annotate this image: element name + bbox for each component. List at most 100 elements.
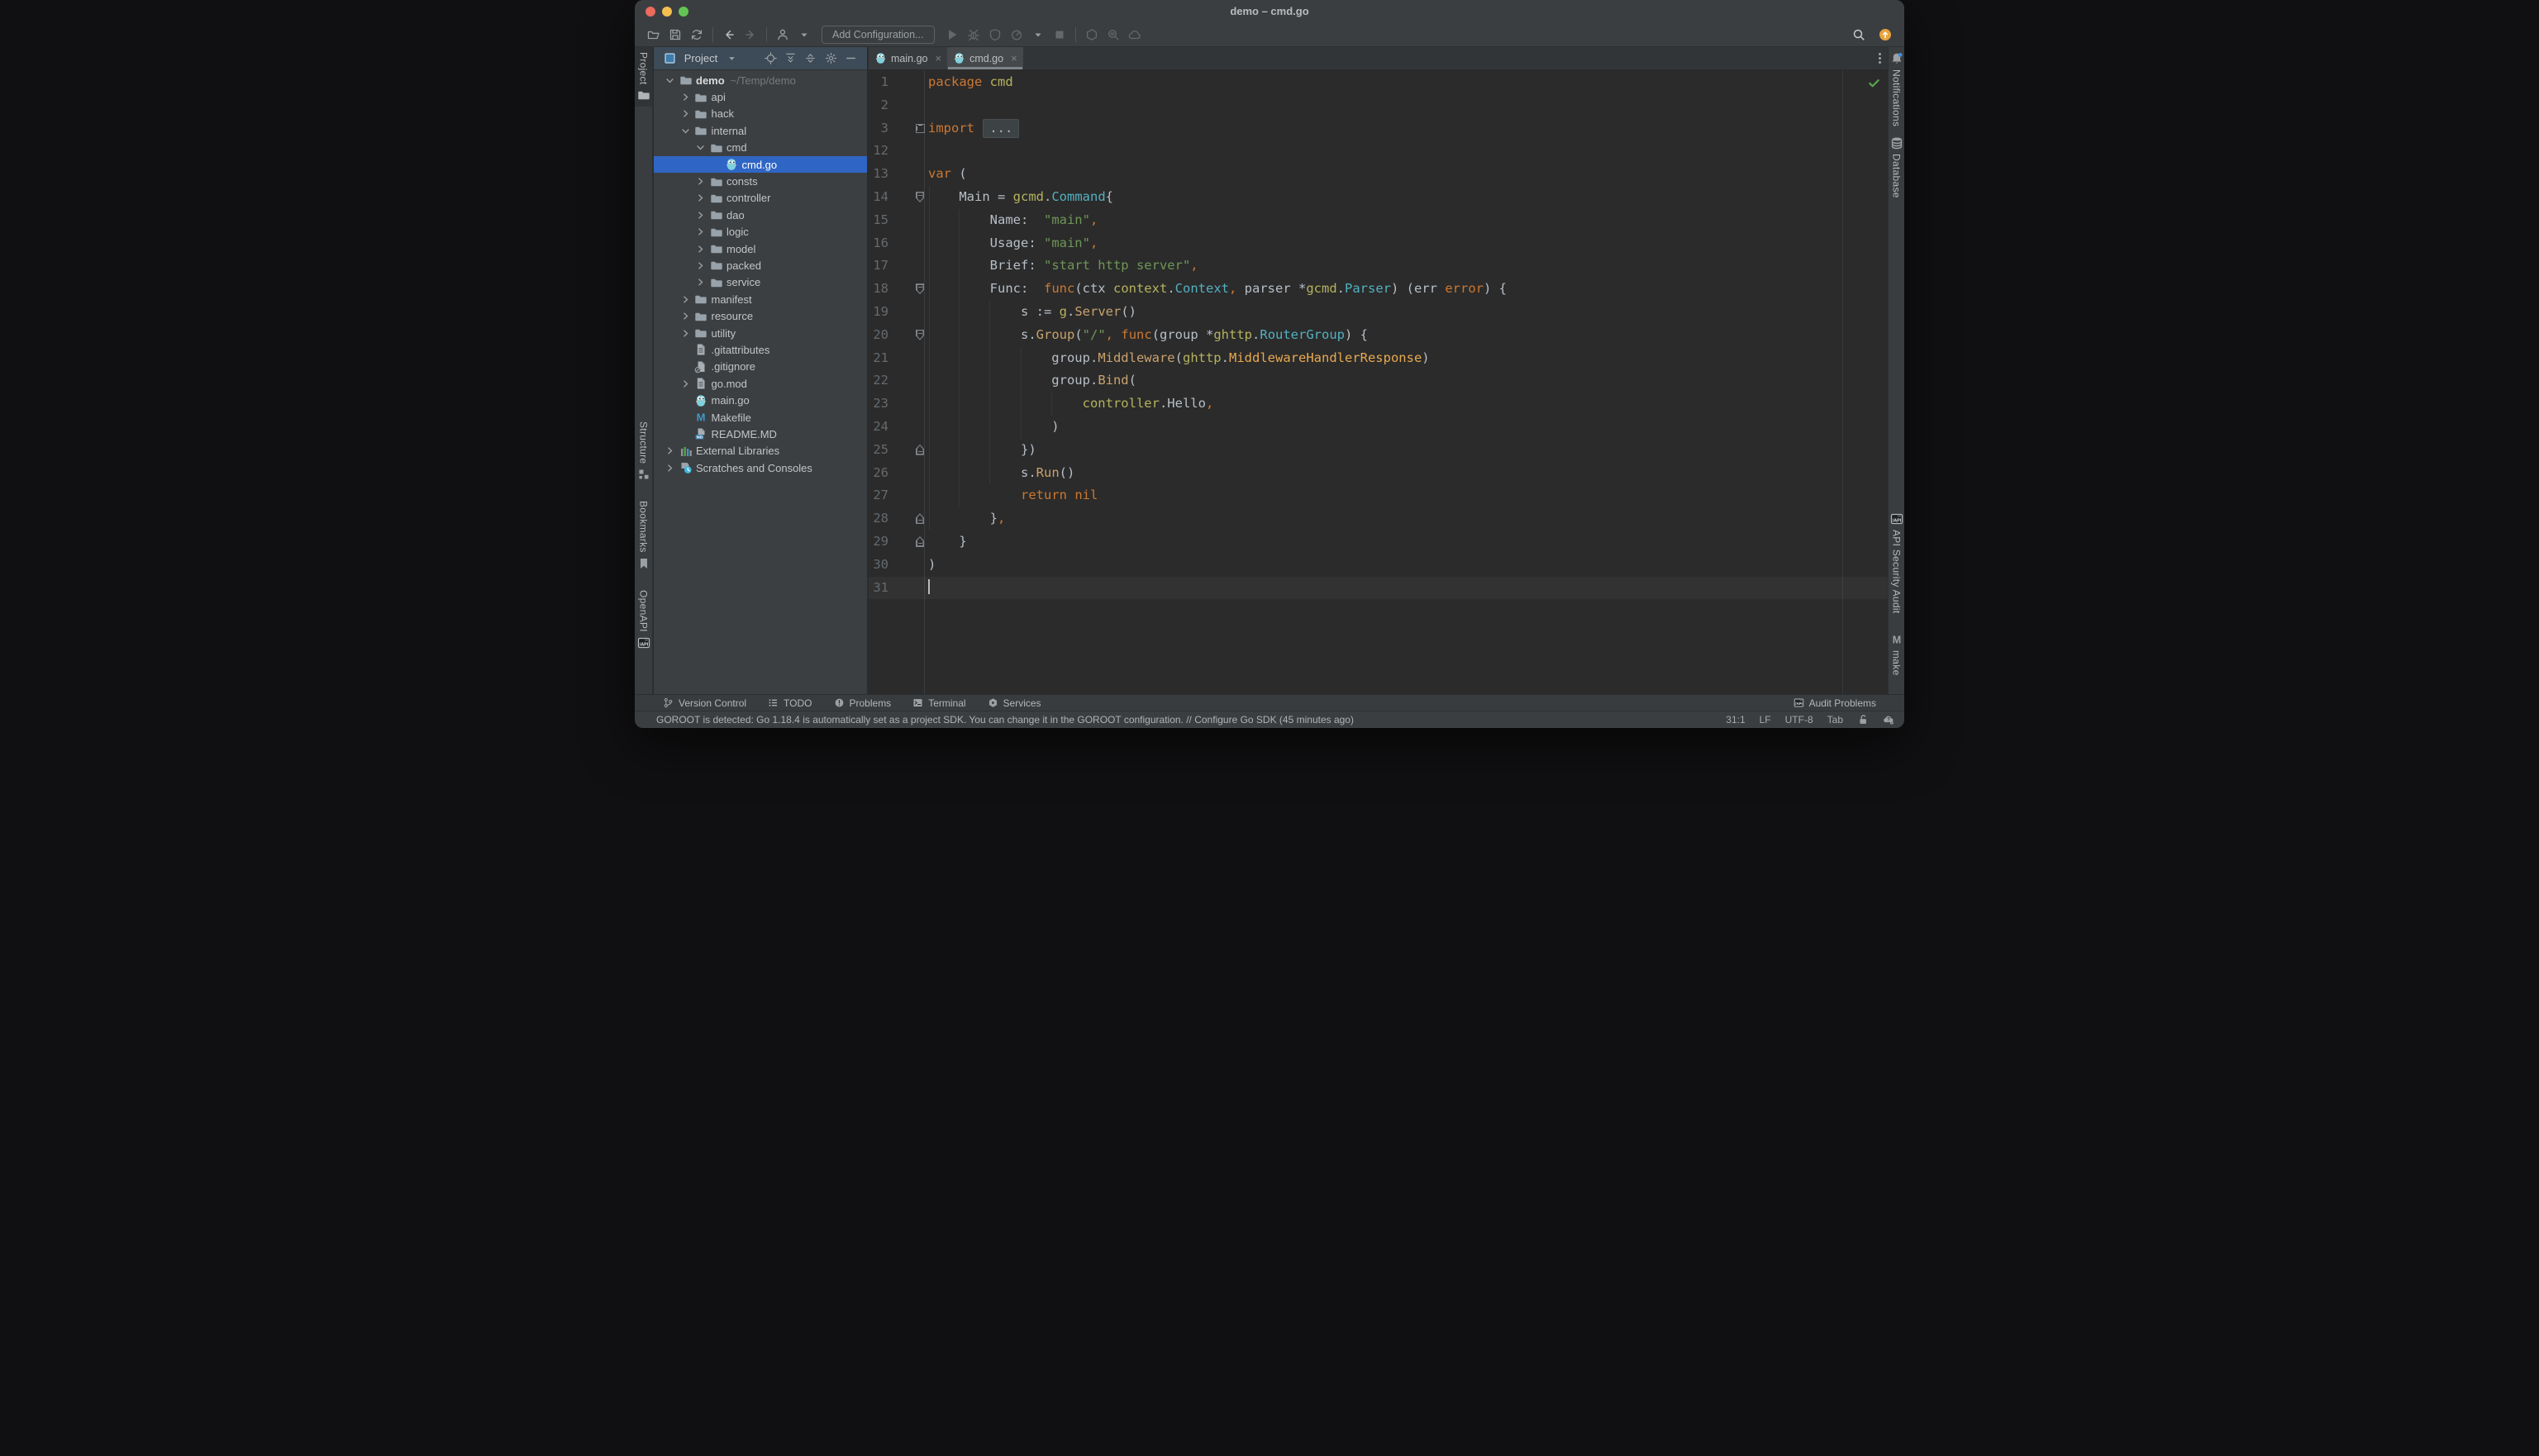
toolwindow-button-audit-problems[interactable]: /APIAudit Problems xyxy=(1793,697,1876,709)
status-widget-lf[interactable]: LF xyxy=(1760,714,1771,726)
toolwindow-button-structure[interactable]: Structure xyxy=(637,416,650,486)
tree-item-main.go[interactable]: main.go xyxy=(654,392,867,408)
code-line-14[interactable]: 14 Main = gcmd.Command{ xyxy=(869,186,1888,209)
code-line-15[interactable]: 15 Name: "main", xyxy=(869,209,1888,232)
code-line-3[interactable]: 3import ... xyxy=(869,117,1888,140)
chevron-right-icon[interactable] xyxy=(678,311,693,321)
expand-all-button[interactable] xyxy=(782,50,798,67)
user-button[interactable] xyxy=(772,26,793,44)
status-message[interactable]: GOROOT is detected: Go 1.18.4 is automat… xyxy=(656,714,1354,726)
save-button[interactable] xyxy=(665,26,686,44)
tree-item-logic[interactable]: logic xyxy=(654,224,867,240)
search-button[interactable] xyxy=(1848,26,1870,44)
tree-item-service[interactable]: service xyxy=(654,274,867,291)
tree-item-cmd[interactable]: cmd xyxy=(654,140,867,156)
code-line-12[interactable]: 12 xyxy=(869,140,1888,163)
code-line-25[interactable]: 25 }) xyxy=(869,439,1888,462)
code-line-27[interactable]: 27 return nil xyxy=(869,484,1888,507)
settings-button[interactable] xyxy=(822,50,839,67)
tree-item-.gitattributes[interactable]: .gitattributes xyxy=(654,341,867,358)
tree-item-external-libraries[interactable]: External Libraries xyxy=(654,443,867,459)
toolwindow-button-notifications[interactable]: Notifications xyxy=(1889,47,1904,131)
fold-marker-icon[interactable] xyxy=(916,445,924,455)
toolwindow-button-openapi[interactable]: OpenAPI/API xyxy=(637,585,650,654)
tree-item-hack[interactable]: hack xyxy=(654,106,867,122)
tree-item-consts[interactable]: consts xyxy=(654,173,867,189)
panel-title[interactable]: Project xyxy=(684,52,717,64)
cloud-button[interactable] xyxy=(1124,26,1146,44)
fold-marker-icon[interactable] xyxy=(916,192,924,202)
code-line-30[interactable]: 30) xyxy=(869,554,1888,577)
tree-item-internal[interactable]: internal xyxy=(654,122,867,139)
close-tab-icon[interactable]: × xyxy=(1011,52,1017,64)
chevron-down-icon[interactable] xyxy=(693,142,708,153)
toolwindow-button-project[interactable]: Project xyxy=(635,47,652,107)
chevron-down-icon[interactable] xyxy=(678,126,693,136)
tree-item-resource[interactable]: resource xyxy=(654,307,867,324)
toolwindow-button-version-control[interactable]: Version Control xyxy=(663,697,746,709)
toolwindow-button-problems[interactable]: Problems xyxy=(834,697,892,709)
chevron-right-icon[interactable] xyxy=(678,378,693,389)
code-line-31[interactable]: 31 xyxy=(869,577,1888,600)
project-view-button[interactable] xyxy=(662,50,679,67)
code-line-18[interactable]: 18 Func: func(ctx context.Context, parse… xyxy=(869,278,1888,301)
back-arrow-button[interactable] xyxy=(718,26,740,44)
tree-item-model[interactable]: model xyxy=(654,240,867,257)
toolwindow-button-api-security-audit[interactable]: /APIAPI Security Audit xyxy=(1890,507,1903,618)
code-line-2[interactable]: 2 xyxy=(869,94,1888,117)
editor-tab-cmd.go[interactable]: cmd.go× xyxy=(947,47,1023,69)
chevron-right-icon[interactable] xyxy=(693,226,708,237)
chevron-right-icon[interactable] xyxy=(662,463,678,473)
package-button[interactable] xyxy=(1081,26,1103,44)
tree-item-cmd.go[interactable]: cmd.go xyxy=(654,156,867,173)
chevron-right-icon[interactable] xyxy=(693,277,708,288)
toolwindow-button-todo[interactable]: TODO xyxy=(768,697,812,709)
toolwindow-button-make[interactable]: Mmake xyxy=(1890,628,1903,681)
code-line-28[interactable]: 28 }, xyxy=(869,507,1888,531)
chevron-right-icon[interactable] xyxy=(693,193,708,203)
toolwindow-button-database[interactable]: Database xyxy=(1889,131,1904,203)
caret-down-button[interactable] xyxy=(793,26,815,44)
code-line-26[interactable]: 26 s.Run() xyxy=(869,462,1888,485)
chevron-right-icon[interactable] xyxy=(693,244,708,255)
chevron-right-icon[interactable] xyxy=(693,260,708,271)
sync-button[interactable] xyxy=(686,26,707,44)
code-line-29[interactable]: 29 } xyxy=(869,531,1888,554)
status-widget-31-1[interactable]: 31:1 xyxy=(1726,714,1745,726)
add-configuration-button[interactable]: Add Configuration... xyxy=(822,26,935,44)
chevron-right-icon[interactable] xyxy=(678,294,693,305)
hide-button[interactable] xyxy=(842,50,859,67)
code-line-16[interactable]: 16 Usage: "main", xyxy=(869,232,1888,255)
caret-down-button[interactable] xyxy=(1027,26,1049,44)
collapse-all-button[interactable] xyxy=(802,50,818,67)
tree-item-makefile[interactable]: MMakefile xyxy=(654,409,867,426)
tree-item-go.mod[interactable]: go.mod xyxy=(654,375,867,392)
status-widget-tab[interactable]: Tab xyxy=(1827,714,1843,726)
editor-tab-main.go[interactable]: main.go× xyxy=(869,47,947,69)
cloud-help-icon[interactable]: ? xyxy=(1883,714,1894,726)
tree-item-api[interactable]: api xyxy=(654,88,867,105)
update-button[interactable] xyxy=(1874,26,1896,44)
chevron-right-icon[interactable] xyxy=(678,108,693,119)
code-editor[interactable]: 1package cmd23import ...1213var (14 Main… xyxy=(869,70,1888,694)
tree-item-controller[interactable]: controller xyxy=(654,190,867,207)
tab-options-icon[interactable] xyxy=(1879,53,1881,64)
toolwindow-button-bookmarks[interactable]: Bookmarks xyxy=(637,496,650,575)
fold-expand-icon[interactable] xyxy=(916,124,925,133)
tree-item-demo[interactable]: demo~/Temp/demo xyxy=(654,72,867,88)
chevron-right-icon[interactable] xyxy=(693,210,708,221)
tree-item-.gitignore[interactable]: .gitignore xyxy=(654,359,867,375)
caret-down-button[interactable] xyxy=(723,50,740,67)
tree-item-manifest[interactable]: manifest xyxy=(654,291,867,307)
inspections-ok-icon[interactable] xyxy=(1868,77,1880,93)
db-search-button[interactable] xyxy=(1103,26,1124,44)
fold-marker-icon[interactable] xyxy=(916,283,924,294)
unlock-icon[interactable] xyxy=(1857,714,1869,726)
code-line-13[interactable]: 13var ( xyxy=(869,163,1888,186)
tree-item-dao[interactable]: dao xyxy=(654,207,867,223)
toolwindow-button-terminal[interactable]: Terminal xyxy=(912,697,965,709)
profiler-button[interactable] xyxy=(1006,26,1027,44)
code-line-1[interactable]: 1package cmd xyxy=(869,71,1888,94)
fold-marker-icon[interactable] xyxy=(916,513,924,524)
tree-item-readme.md[interactable]: MDREADME.MD xyxy=(654,426,867,442)
